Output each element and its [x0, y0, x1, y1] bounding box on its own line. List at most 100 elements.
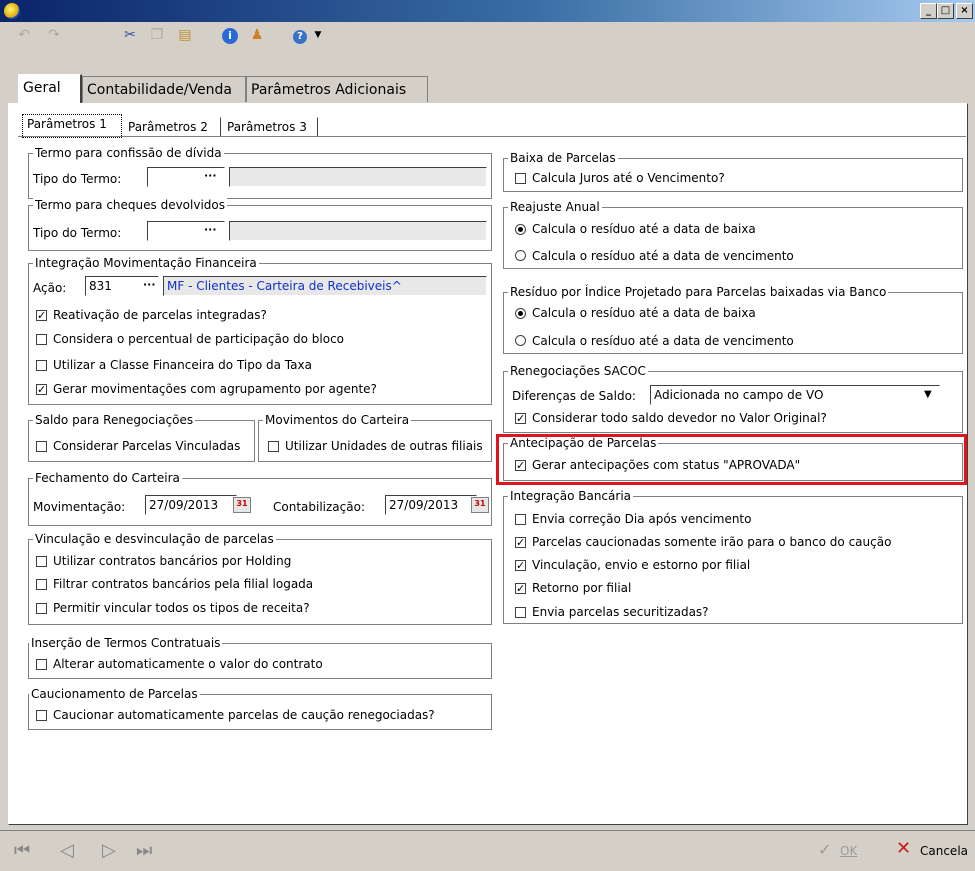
group-confissao-title: Termo para confissão de dívida — [33, 145, 224, 161]
cancel-button[interactable]: Cancela — [920, 844, 968, 858]
help-icon[interactable]: ? — [290, 25, 310, 45]
cut-icon[interactable]: ✂ — [120, 25, 140, 45]
checkbox-label: Gerar movimentações com agrupamento por … — [53, 382, 377, 396]
group-baixa-title: Baixa de Parcelas — [508, 150, 618, 166]
group-vinculacao-title: Vinculação e desvinculação de parcelas — [33, 531, 276, 547]
checkbox[interactable] — [36, 579, 47, 590]
checkbox[interactable]: ✓ — [515, 537, 526, 548]
checkbox[interactable] — [36, 556, 47, 567]
group-bancaria-title: Integração Bancária — [508, 488, 634, 504]
radio-label: Calcula o resíduo até a data de vencimen… — [532, 334, 794, 348]
checkbox-label: Parcelas caucionadas somente irão para o… — [532, 535, 892, 549]
checkbox-label: Alterar automaticamente o valor do contr… — [53, 657, 323, 671]
checkbox[interactable] — [36, 334, 47, 345]
acao-desc: MF - Clientes - Carteira de Recebiveis^ — [163, 276, 487, 296]
info-icon[interactable]: i — [220, 25, 240, 45]
checkbox[interactable] — [36, 360, 47, 371]
radio-button[interactable] — [515, 224, 526, 235]
tipo-termo-desc — [229, 167, 487, 187]
diferencas-select[interactable]: Adicionada no campo de VO — [650, 385, 940, 405]
group-sacoc-title: Renegociações SACOC — [508, 363, 648, 379]
group-reajuste: Reajuste Anual Calcula o resíduo até a d… — [503, 199, 963, 269]
radio-button[interactable] — [515, 250, 526, 261]
dropdown-arrow-icon[interactable]: ▼ — [308, 25, 328, 45]
ok-icon: ✓ — [818, 840, 832, 859]
tab-geral[interactable]: Geral — [18, 74, 82, 104]
undo-icon[interactable]: ↶ — [14, 25, 34, 45]
checkbox[interactable] — [515, 607, 526, 618]
tab-parametros-3[interactable]: Parâmetros 3 — [222, 117, 318, 137]
tipo-termo-label: Tipo do Termo: — [33, 226, 122, 240]
group-integracao-title: Integração Movimentação Financeira — [33, 255, 259, 271]
group-movimentos: Movimentos do Carteira Utilizar Unidades… — [258, 412, 492, 462]
minimize-button[interactable]: _ — [920, 3, 937, 19]
maximize-button[interactable]: □ — [937, 3, 954, 19]
radio-label: Calcula o resíduo até a data de vencimen… — [532, 249, 794, 263]
checkbox[interactable]: ✓ — [515, 413, 526, 424]
paste-icon[interactable]: ▤ — [175, 25, 195, 45]
checkbox-label: Envia parcelas securitizadas? — [532, 605, 709, 619]
radio-button[interactable] — [515, 335, 526, 346]
checkbox[interactable]: ✓ — [36, 310, 47, 321]
group-baixa: Baixa de Parcelas Calcula Juros até o Ve… — [503, 150, 963, 192]
group-bancaria: Integração Bancária Envia correção Dia a… — [503, 488, 963, 624]
checkbox[interactable] — [36, 441, 47, 452]
checkbox[interactable] — [515, 514, 526, 525]
checkbox-label: Caucionar automaticamente parcelas de ca… — [53, 708, 435, 722]
checkbox[interactable]: ✓ — [36, 384, 47, 395]
movimentacao-label: Movimentação: — [33, 500, 126, 514]
title-bar — [0, 0, 975, 22]
group-saldo-title: Saldo para Renegociações — [33, 412, 196, 428]
ok-button[interactable]: OK — [840, 844, 857, 858]
checkbox[interactable] — [36, 659, 47, 670]
radio-button[interactable] — [515, 308, 526, 319]
group-sacoc: Renegociações SACOC Diferenças de Saldo:… — [503, 363, 963, 433]
group-caucionamento: Caucionamento de Parcelas Caucionar auto… — [28, 686, 492, 730]
lookup-button[interactable]: ··· — [143, 278, 156, 292]
user-icon[interactable]: ♟ — [247, 25, 267, 45]
previous-record-icon[interactable]: ◁ — [60, 840, 74, 862]
group-cheques-title: Termo para cheques devolvidos — [33, 197, 227, 213]
calendar-icon[interactable]: 31 — [233, 497, 251, 513]
checkbox-label: Vinculação, envio e estorno por filial — [532, 558, 751, 572]
checkbox-label: Envia correção Dia após vencimento — [532, 512, 752, 526]
tab-parametros-2[interactable]: Parâmetros 2 — [123, 117, 221, 137]
checkbox[interactable] — [36, 710, 47, 721]
group-reajuste-title: Reajuste Anual — [508, 199, 602, 215]
checkbox-label: Utilizar contratos bancários por Holding — [53, 554, 292, 568]
last-record-icon[interactable]: ⏭ — [136, 840, 152, 862]
checkbox-label: Considerar todo saldo devedor no Valor O… — [532, 411, 827, 425]
group-movimentos-title: Movimentos do Carteira — [263, 412, 412, 428]
checkbox-label: Filtrar contratos bancários pela filial … — [53, 577, 314, 591]
group-insercao: Inserção de Termos Contratuais Alterar a… — [28, 635, 492, 679]
tab-parametros-1[interactable]: Parâmetros 1 — [22, 114, 122, 138]
tipo-termo-desc — [229, 221, 487, 241]
group-saldo: Saldo para Renegociações Considerar Parc… — [28, 412, 255, 462]
calendar-icon[interactable]: 31 — [471, 497, 489, 513]
chevron-down-icon[interactable]: ▼ — [924, 387, 932, 403]
highlight-box — [496, 434, 967, 485]
tab-contabilidade-venda[interactable]: Contabilidade/Venda — [82, 76, 246, 102]
first-record-icon[interactable]: ⏮ — [14, 840, 30, 862]
checkbox[interactable] — [515, 173, 526, 184]
close-button[interactable]: × — [956, 3, 973, 19]
contabilizacao-date-field[interactable]: 27/09/2013 — [385, 495, 477, 515]
checkbox-label: Retorno por filial — [532, 581, 632, 595]
checkbox[interactable] — [268, 441, 279, 452]
group-fechamento: Fechamento do Carteira Movimentação: 27/… — [28, 470, 492, 526]
copy-icon[interactable]: ❐ — [147, 25, 167, 45]
checkbox-label: Considera o percentual de participação d… — [53, 332, 345, 346]
acao-label: Ação: — [33, 281, 67, 295]
app-icon — [4, 3, 20, 19]
tab-parametros-adicionais[interactable]: Parâmetros Adicionais — [246, 76, 428, 102]
checkbox[interactable]: ✓ — [515, 583, 526, 594]
lookup-button[interactable]: ··· — [204, 169, 217, 183]
lookup-button[interactable]: ··· — [204, 223, 217, 237]
next-record-icon[interactable]: ▷ — [102, 840, 116, 862]
checkbox-label: Calcula Juros até o Vencimento? — [532, 171, 725, 185]
checkbox[interactable]: ✓ — [515, 560, 526, 571]
movimentacao-date-field[interactable]: 27/09/2013 — [145, 495, 237, 515]
group-confissao: Termo para confissão de dívida Tipo do T… — [28, 145, 492, 199]
checkbox[interactable] — [36, 603, 47, 614]
redo-icon[interactable]: ↷ — [44, 25, 64, 45]
